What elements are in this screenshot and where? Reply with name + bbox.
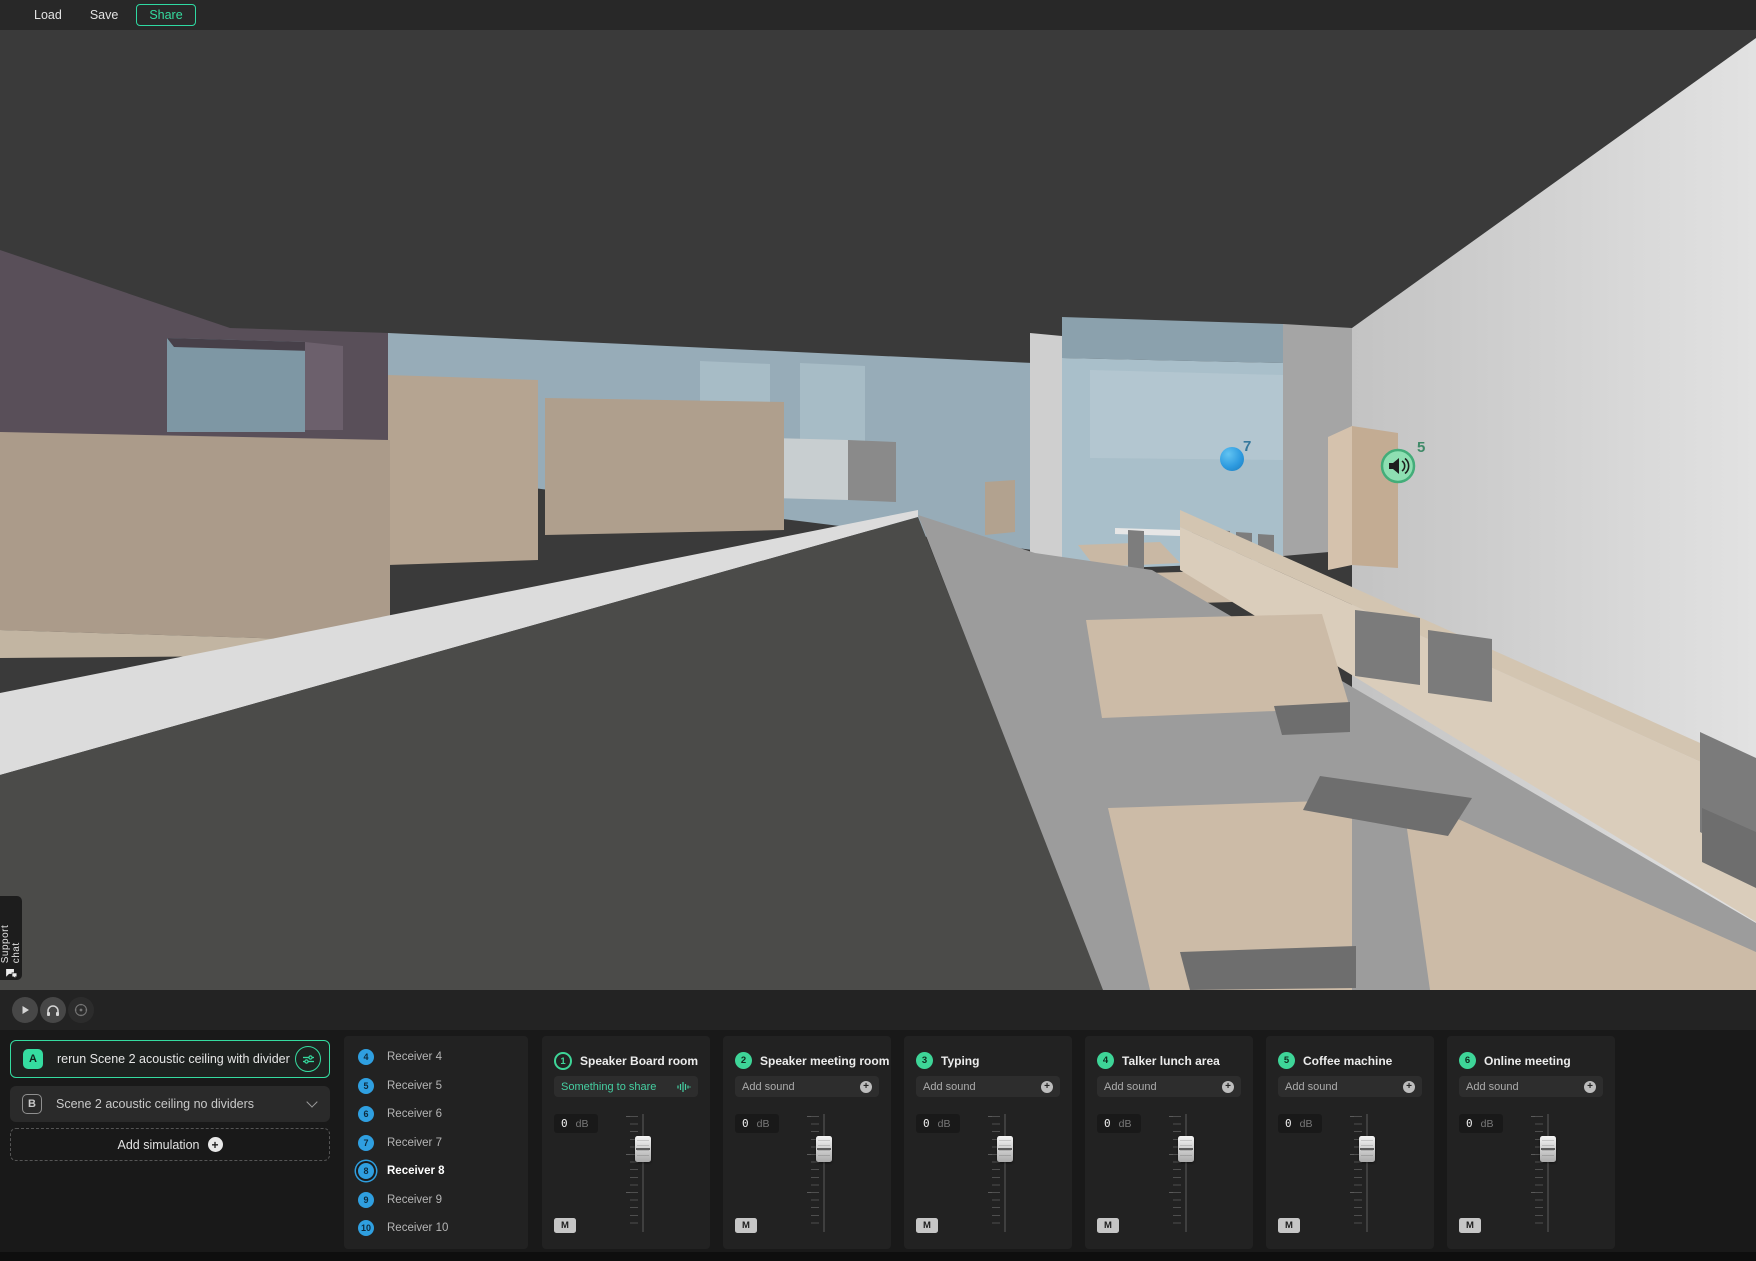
receiver-item[interactable]: 9 Receiver 9 (344, 1186, 528, 1215)
tune-sliders-icon (302, 1054, 315, 1065)
purple-wall-window (167, 338, 305, 432)
add-simulation-label: Add simulation (118, 1138, 200, 1152)
save-button[interactable]: Save (80, 4, 129, 26)
receiver-item[interactable]: 4 Receiver 4 (344, 1043, 528, 1072)
partition (388, 375, 538, 565)
office-3d-scene: 7 5 (0, 30, 1756, 990)
add-simulation-button[interactable]: Add simulation + (10, 1128, 330, 1161)
receiver-label: Receiver 8 (387, 1165, 445, 1177)
headphones-icon (46, 1004, 60, 1017)
slider-track[interactable] (642, 1114, 644, 1232)
slider-track[interactable] (1185, 1114, 1187, 1232)
simulation-b-row[interactable]: B Scene 2 acoustic ceiling no dividers (10, 1086, 330, 1122)
slider-handle[interactable] (635, 1136, 651, 1162)
support-chat-label: Support chat (0, 902, 22, 963)
receiver-item[interactable]: 7 Receiver 7 (344, 1129, 528, 1158)
spatial-audio-button[interactable] (68, 997, 94, 1023)
load-button[interactable]: Load (24, 4, 72, 26)
mute-button[interactable]: M (554, 1218, 576, 1233)
svg-text:5: 5 (1417, 439, 1425, 456)
mute-button[interactable]: M (1097, 1218, 1119, 1233)
receiver-badge: 8 (358, 1163, 374, 1179)
spatial-audio-icon (74, 1003, 88, 1017)
top-toolbar: Load Save Share (0, 0, 1756, 30)
source-strip-talker-lunch-area: 4Talker lunch area Add sound+ 0dB M (1085, 1036, 1253, 1249)
slider-track[interactable] (823, 1114, 825, 1232)
receiver-badge: 6 (358, 1106, 374, 1122)
svg-text:7: 7 (1243, 438, 1251, 455)
receiver-badge: 9 (358, 1192, 374, 1208)
playback-controls (0, 990, 1756, 1030)
mixer-deck: A rerun Scene 2 acoustic ceiling with di… (0, 1030, 1756, 1261)
receiver-badge: 4 (358, 1049, 374, 1065)
mute-button[interactable]: M (916, 1218, 938, 1233)
slider-track[interactable] (1547, 1114, 1549, 1232)
receiver-badge: 5 (358, 1078, 374, 1094)
slider-handle[interactable] (1359, 1136, 1375, 1162)
source-strip-speaker-meeting-room: 2Speaker meeting room Add sound+ 0dB M (723, 1036, 891, 1249)
chat-bubbles-icon (5, 968, 18, 980)
source-strip-coffee-machine: 5Coffee machine Add sound+ 0dB M (1266, 1036, 1434, 1249)
headphones-button[interactable] (40, 997, 66, 1023)
receiver-badge: 7 (358, 1135, 374, 1151)
receiver-item[interactable]: 5 Receiver 5 (344, 1072, 528, 1101)
doorway (848, 440, 896, 502)
slider-handle[interactable] (1540, 1136, 1556, 1162)
play-button[interactable] (12, 997, 38, 1023)
scene-3d-viewport[interactable]: 7 5 (0, 30, 1756, 990)
bottom-edge (0, 1252, 1756, 1261)
receiver-list: 4 Receiver 4 5 Receiver 5 6 Receiver 6 7 Rec… (344, 1036, 528, 1249)
mute-button[interactable]: M (1459, 1218, 1481, 1233)
meeting-room-glass-top (1062, 317, 1283, 363)
receiver-label: Receiver 6 (387, 1108, 442, 1120)
simulation-a-name: rerun Scene 2 acoustic ceiling with divi… (57, 1052, 295, 1066)
receiver-label: Receiver 5 (387, 1080, 442, 1092)
source-strip-typing: 3Typing Add sound+ 0dB M (904, 1036, 1072, 1249)
tan-column (1328, 426, 1352, 570)
simulation-a-row[interactable]: A rerun Scene 2 acoustic ceiling with di… (10, 1040, 330, 1078)
slider-handle[interactable] (1178, 1136, 1194, 1162)
mute-button[interactable]: M (1278, 1218, 1300, 1233)
chevron-down-icon (306, 1096, 317, 1107)
slider-track[interactable] (1366, 1114, 1368, 1232)
mute-button[interactable]: M (735, 1218, 757, 1233)
receiver-item[interactable]: 10 Receiver 10 (344, 1214, 528, 1243)
simulation-a-badge: A (23, 1049, 43, 1069)
simulation-a-settings-button[interactable] (295, 1046, 321, 1072)
partition (545, 398, 784, 535)
source-strip-speaker-board-room: 1Speaker Board room Something to share 0… (542, 1036, 710, 1249)
slider-handle[interactable] (816, 1136, 832, 1162)
receiver-label: Receiver 7 (387, 1137, 442, 1149)
partition (0, 432, 390, 642)
simulation-b-name: Scene 2 acoustic ceiling no dividers (56, 1097, 304, 1111)
receiver-label: Receiver 10 (387, 1222, 448, 1234)
slider-handle[interactable] (997, 1136, 1013, 1162)
play-icon (20, 1005, 30, 1015)
receiver-item-selected[interactable]: 8 Receiver 8 (344, 1157, 528, 1186)
receiver-badge: 10 (358, 1220, 374, 1236)
simulation-b-badge: B (22, 1094, 42, 1114)
receiver-label: Receiver 9 (387, 1194, 442, 1206)
slider-track[interactable] (1004, 1114, 1006, 1232)
receiver-item[interactable]: 6 Receiver 6 (344, 1100, 528, 1129)
plus-icon: + (208, 1137, 223, 1152)
source-strip-online-meeting: 6Online meeting Add sound+ 0dB M (1447, 1036, 1615, 1249)
support-chat-tab[interactable]: Support chat (0, 896, 22, 980)
share-button[interactable]: Share (136, 4, 195, 26)
receiver-label: Receiver 4 (387, 1051, 442, 1063)
